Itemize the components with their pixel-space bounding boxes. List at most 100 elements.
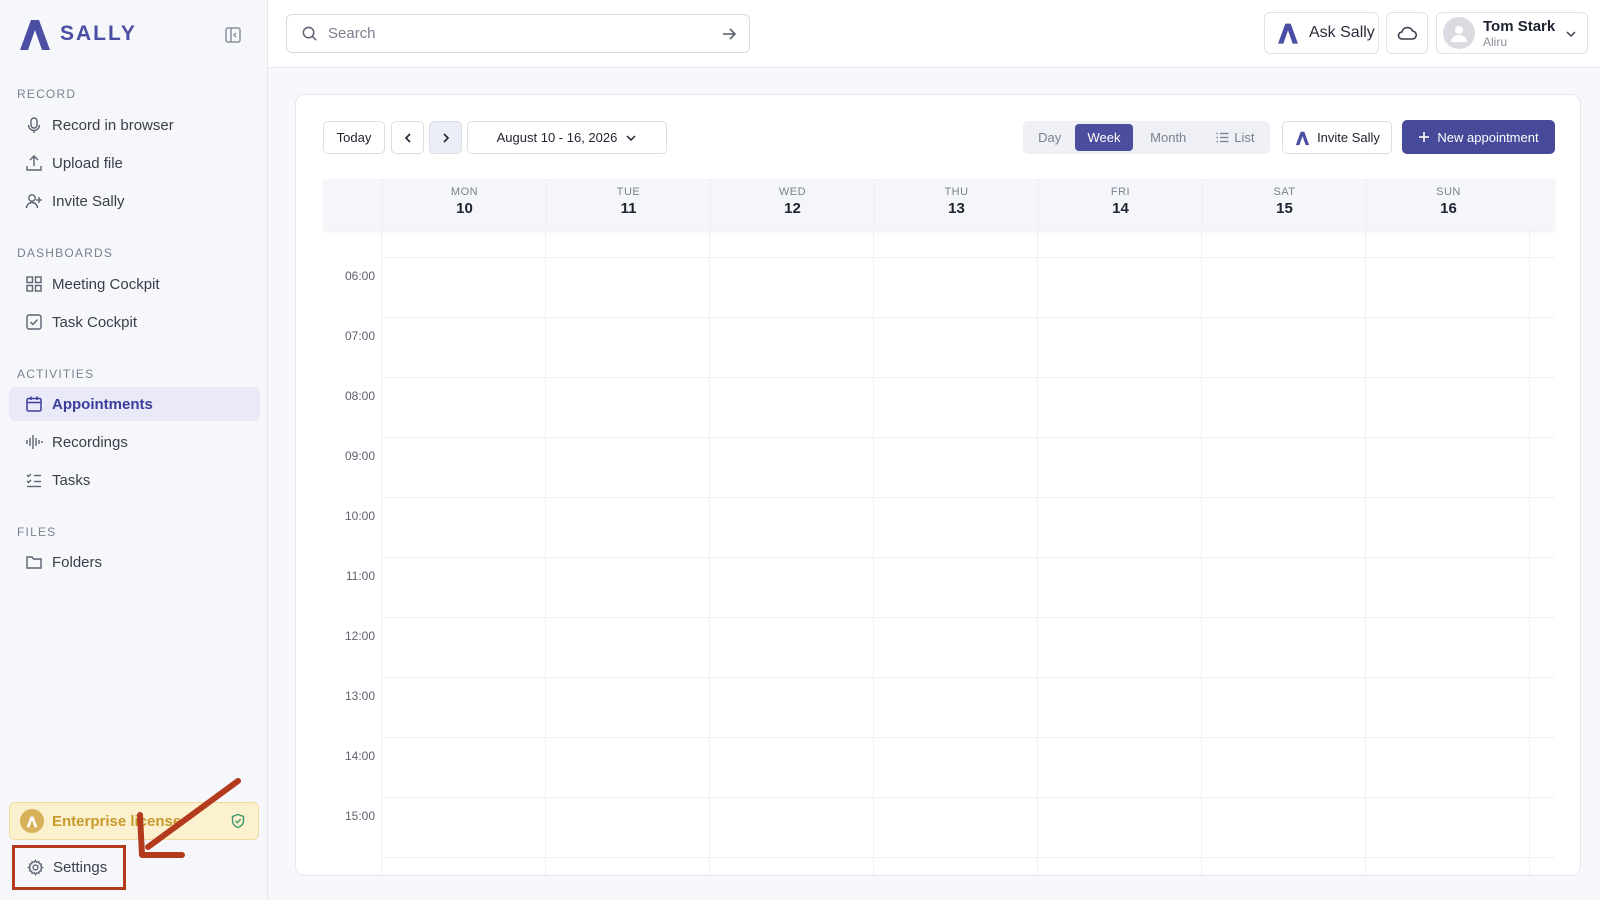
user-name: Tom Stark (1483, 17, 1556, 35)
day-name: MON (450, 186, 479, 198)
settings-button[interactable]: Settings (12, 845, 126, 890)
sidebar-item-upload-file[interactable]: Upload file (9, 146, 260, 180)
sidebar-item-meeting-cockpit[interactable]: Meeting Cockpit (9, 267, 260, 301)
sidebar-item-label: Task Cockpit (52, 313, 138, 331)
user-icon (1451, 26, 1467, 42)
time-label: 15:00 (344, 809, 375, 823)
day-number: 13 (948, 200, 965, 217)
sidebar-item-label: Appointments (52, 395, 153, 413)
shield-check-icon (231, 813, 245, 829)
day-number: 16 (1440, 200, 1457, 217)
sidebar: SALLY RECORD Record in browser Upload fi… (0, 0, 268, 900)
sally-logo-icon (1278, 23, 1298, 44)
sidebar-item-label: Tasks (52, 471, 91, 489)
chevron-left-icon (404, 132, 411, 143)
new-appointment-button[interactable]: New appointment (1402, 120, 1555, 154)
license-logo-icon (20, 809, 44, 833)
time-label: 12:00 (344, 629, 375, 643)
collapse-sidebar-button[interactable] (224, 26, 242, 44)
week-header: MON 10 TUE 11 WED 12 THU 13 FRI 14 SAT 1… (323, 179, 1555, 229)
view-label: List (1234, 130, 1255, 145)
cloud-sync-button[interactable] (1386, 12, 1428, 54)
week-grid[interactable]: 06:00 07:00 08:00 09:00 10:00 11:00 12:0… (323, 229, 1555, 875)
user-organization: Aliru (1483, 34, 1508, 49)
waveform-icon (26, 435, 43, 449)
day-header-fri[interactable]: FRI 14 (1038, 179, 1202, 229)
day-name: FRI (1110, 186, 1131, 198)
grid-column-line (1037, 229, 1038, 875)
time-label: 07:00 (344, 329, 375, 343)
view-day-tab[interactable]: Day (1026, 124, 1073, 151)
cloud-icon (1397, 26, 1418, 40)
day-header-sun[interactable]: SUN 16 (1366, 179, 1530, 229)
ask-sally-label: Ask Sally (1309, 24, 1375, 41)
checkbox-icon (26, 314, 42, 330)
grid-icon (26, 276, 42, 292)
ask-sally-button[interactable]: Ask Sally (1264, 12, 1379, 54)
grid-row-line (381, 557, 1555, 558)
sidebar-item-label: Recordings (52, 433, 128, 451)
day-number: 14 (1112, 200, 1129, 217)
grid-row-line (381, 317, 1555, 318)
grid-row-line (381, 857, 1555, 858)
sidebar-item-record-in-browser[interactable]: Record in browser (9, 108, 260, 142)
sidebar-item-invite-sally[interactable]: Invite Sally (9, 184, 260, 218)
view-month-tab[interactable]: Month (1135, 124, 1202, 151)
grid-row-line (381, 737, 1555, 738)
new-appointment-label: New appointment (1437, 129, 1539, 145)
time-label: 13:00 (344, 689, 375, 703)
day-header-mon[interactable]: MON 10 (382, 179, 546, 229)
day-name: TUE (616, 186, 641, 198)
day-header-wed[interactable]: WED 12 (710, 179, 874, 229)
settings-label: Settings (53, 859, 108, 876)
section-title-record: RECORD (17, 87, 77, 101)
sidebar-item-task-cockpit[interactable]: Task Cockpit (9, 305, 260, 339)
grid-column-line (873, 229, 874, 875)
next-week-button[interactable] (429, 121, 462, 154)
sally-logo-icon (1295, 131, 1310, 145)
today-button[interactable]: Today (323, 121, 385, 154)
day-header-thu[interactable]: THU 13 (874, 179, 1038, 229)
calendar-icon (26, 396, 42, 412)
chevron-right-icon (442, 132, 449, 143)
day-number: 10 (456, 200, 473, 217)
plus-icon (1419, 132, 1430, 142)
day-number: 15 (1276, 200, 1293, 217)
sidebar-item-appointments[interactable]: Appointments (9, 387, 260, 421)
enterprise-license-badge[interactable]: Enterprise license (9, 802, 259, 840)
arrow-right-icon[interactable] (721, 26, 737, 42)
search-input[interactable] (328, 25, 708, 42)
view-week-tab[interactable]: Week (1075, 124, 1133, 151)
time-label: 06:00 (344, 269, 375, 283)
search-bar[interactable] (286, 14, 750, 53)
day-name: THU (944, 186, 969, 198)
section-title-activities: ACTIVITIES (17, 367, 95, 381)
topbar: Ask Sally Tom Stark Aliru (268, 0, 1600, 68)
day-name: SUN (1436, 186, 1461, 198)
sidebar-item-label: Folders (52, 553, 103, 571)
time-label: 09:00 (344, 449, 375, 463)
invite-sally-button[interactable]: Invite Sally (1282, 121, 1392, 154)
app-logo[interactable]: SALLY (16, 16, 137, 52)
view-list-tab[interactable]: List (1204, 124, 1267, 151)
previous-week-button[interactable] (391, 121, 424, 154)
grid-column-line (1365, 229, 1366, 875)
date-range-picker[interactable]: August 10 - 16, 2026 (467, 121, 667, 154)
sidebar-item-tasks[interactable]: Tasks (9, 463, 260, 497)
sidebar-item-recordings[interactable]: Recordings (9, 425, 260, 459)
sally-logo-icon (20, 20, 50, 50)
grid-row-line (381, 617, 1555, 618)
day-name: WED (778, 186, 807, 198)
calendar-card: Today August 10 - 16, 2026 Day Week Mont… (295, 94, 1581, 876)
chevron-down-icon (1566, 31, 1576, 38)
day-header-sat[interactable]: SAT 15 (1202, 179, 1366, 229)
sidebar-item-label: Upload file (52, 154, 123, 172)
day-header-tue[interactable]: TUE 11 (546, 179, 710, 229)
sidebar-item-folders[interactable]: Folders (9, 545, 260, 579)
view-label: Week (1087, 130, 1121, 145)
sidebar-item-label: Record in browser (52, 116, 174, 134)
list-icon (1216, 132, 1229, 143)
time-label: 11:00 (345, 569, 375, 583)
user-menu-button[interactable]: Tom Stark Aliru (1436, 12, 1588, 54)
today-label: Today (336, 130, 372, 145)
